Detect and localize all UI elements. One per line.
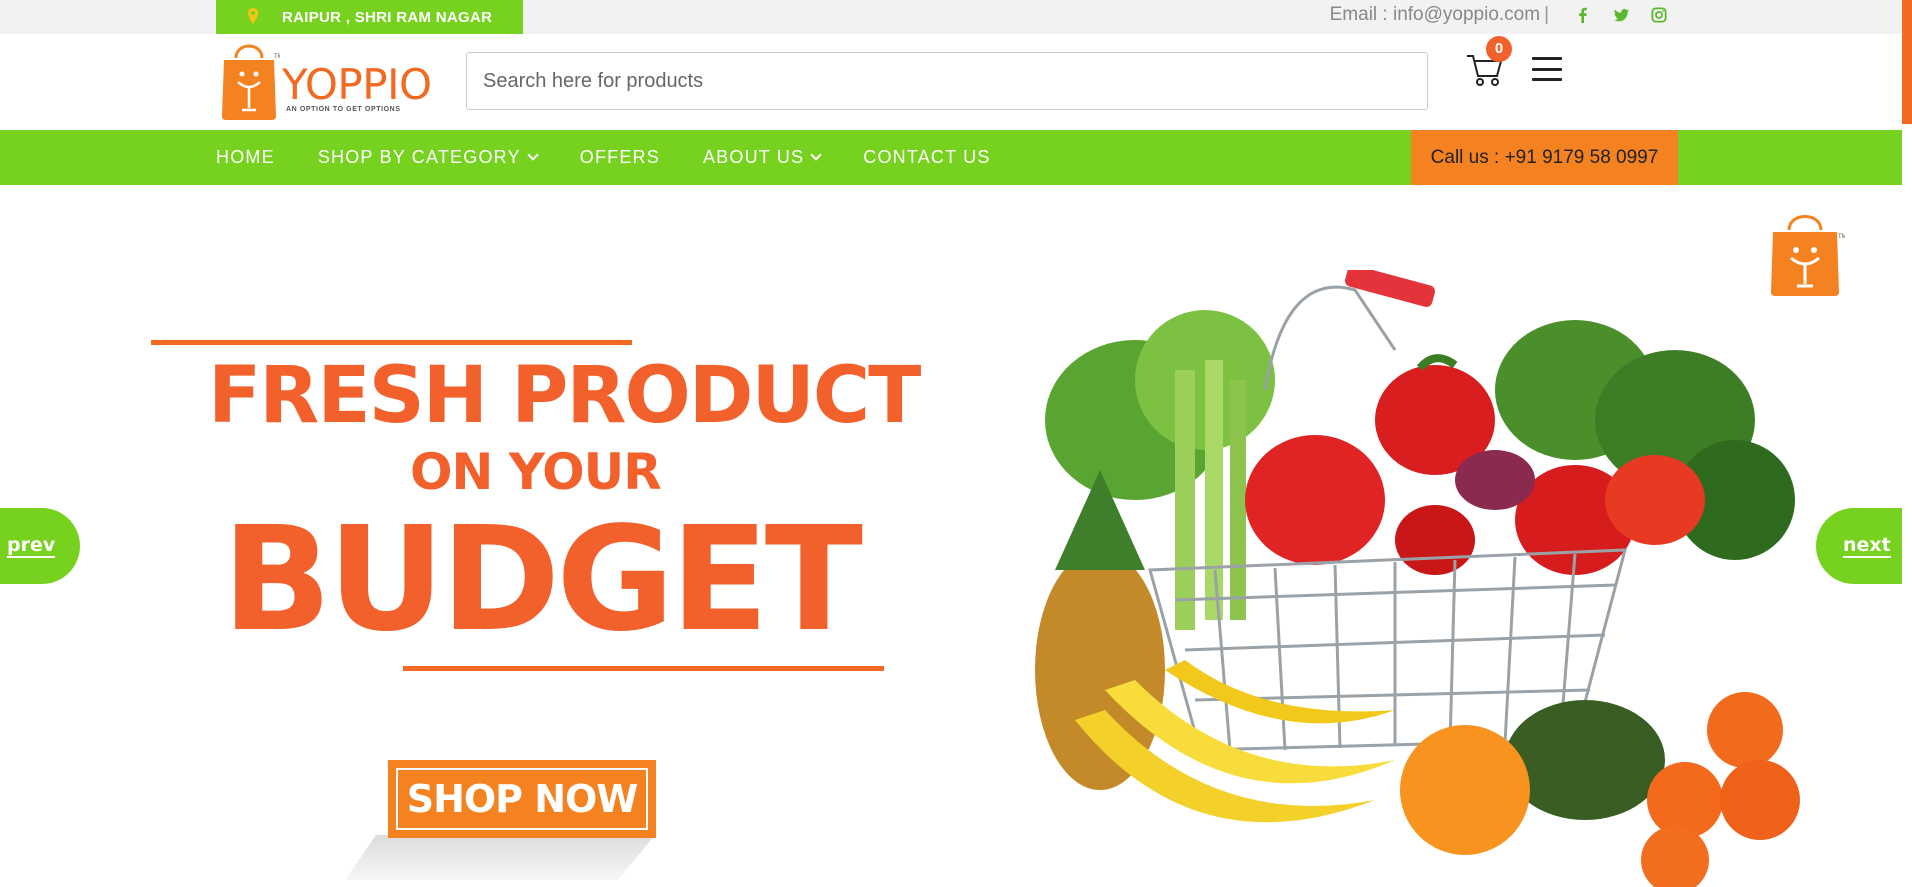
location-badge[interactable]: RAIPUR , SHRI RAM NAGAR	[216, 0, 523, 34]
next-label: next	[1843, 534, 1891, 558]
prev-label: prev	[7, 534, 56, 558]
nav-items: HOME SHOP BY CATEGORY OFFERS ABOUT US CO…	[216, 130, 1034, 185]
nav-offers[interactable]: OFFERS	[580, 147, 660, 168]
headline-line-1: FRESH PRODUCT	[208, 351, 921, 441]
menu-icon[interactable]	[1532, 54, 1562, 84]
nav-home-label: HOME	[216, 147, 275, 167]
search-input[interactable]	[466, 52, 1428, 110]
headline-rule-top	[151, 340, 632, 345]
call-us-box[interactable]: Call us : +91 9179 58 0997	[1411, 130, 1678, 185]
scrollbar[interactable]	[1902, 0, 1912, 124]
nav-contact-us-label: CONTACT US	[863, 147, 991, 167]
avocado-illustration	[1505, 700, 1665, 820]
logo-wordmark: YOPPIO	[282, 60, 432, 109]
nav-about-us-label: ABOUT US	[702, 147, 805, 167]
social-links	[1575, 6, 1667, 24]
separator: |	[1544, 4, 1549, 25]
page: RAIPUR , SHRI RAM NAGAR Email : info@yop…	[0, 0, 1912, 887]
hero-slider: FRESH PRODUCT ON YOUR BUDGET SHOP NOW pr…	[0, 185, 1902, 887]
location-pin-icon	[248, 8, 258, 24]
chevron-down-icon	[527, 149, 539, 161]
tangerine-illustration	[1707, 692, 1783, 768]
shop-now-button[interactable]: SHOP NOW	[388, 760, 656, 838]
logo-tagline: AN OPTION TO GET OPTIONS	[286, 106, 401, 113]
produce-basket-image	[1035, 270, 1800, 887]
svg-text:TM: TM	[1838, 234, 1845, 240]
nav-about-us[interactable]: ABOUT US	[702, 147, 822, 168]
headline-line-3: BUDGET	[222, 495, 863, 663]
nav-shop-by-category[interactable]: SHOP BY CATEGORY	[317, 147, 539, 168]
twitter-icon[interactable]	[1613, 6, 1630, 24]
email-text[interactable]: Email : info@yoppio.com	[1330, 4, 1540, 26]
nav-contact-us[interactable]: CONTACT US	[863, 147, 990, 168]
next-slide-button[interactable]: next	[1816, 508, 1902, 584]
nav-offers-label: OFFERS	[579, 147, 660, 167]
main-nav: HOME SHOP BY CATEGORY OFFERS ABOUT US CO…	[0, 130, 1902, 185]
tangerine-illustration	[1720, 760, 1800, 840]
top-bar: RAIPUR , SHRI RAM NAGAR Email : info@yop…	[0, 0, 1902, 34]
shop-now-label: SHOP NOW	[396, 768, 648, 830]
svg-text:TM: TM	[274, 54, 280, 60]
bananas-illustration	[1075, 660, 1395, 823]
chevron-down-icon	[810, 149, 822, 161]
header: TM YOPPIO AN OPTION TO GET OPTIONS 0	[0, 34, 1902, 130]
cart-count-badge: 0	[1486, 36, 1512, 62]
instagram-icon[interactable]	[1651, 6, 1667, 24]
top-contact: Email : info@yoppio.com |	[1330, 2, 1667, 28]
tangerine-illustration	[1647, 762, 1723, 838]
shopping-bag-logo-icon: TM	[222, 44, 280, 120]
shop-now-shadow	[345, 835, 655, 880]
nav-home[interactable]: HOME	[216, 147, 275, 168]
prev-slide-button[interactable]: prev	[0, 508, 80, 584]
orange-illustration	[1400, 725, 1530, 855]
nav-shop-by-category-label: SHOP BY CATEGORY	[317, 147, 521, 167]
headline-line-2: ON YOUR	[410, 443, 662, 501]
facebook-icon[interactable]	[1575, 6, 1591, 24]
location-text: RAIPUR , SHRI RAM NAGAR	[282, 9, 493, 26]
logo[interactable]: TM YOPPIO AN OPTION TO GET OPTIONS	[218, 38, 432, 122]
headline-rule-bottom	[403, 666, 884, 671]
